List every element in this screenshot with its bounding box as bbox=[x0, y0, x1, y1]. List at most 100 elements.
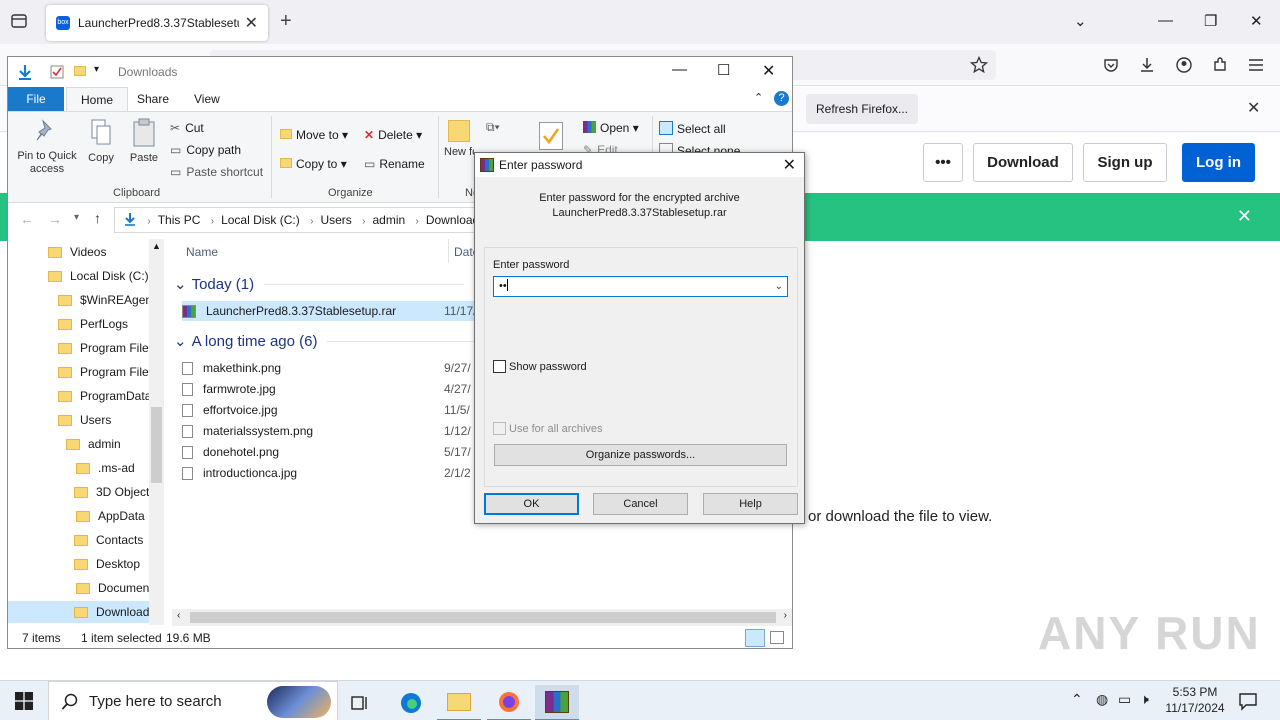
taskbar-clock[interactable]: 5:53 PM 11/17/2024 bbox=[1160, 684, 1230, 716]
scroll-right-icon[interactable]: › bbox=[784, 610, 787, 621]
breadcrumb-item[interactable]: This PC bbox=[158, 213, 201, 227]
close-window-icon[interactable]: ✕ bbox=[1250, 12, 1263, 30]
notifications-icon[interactable] bbox=[1238, 691, 1258, 711]
quick-access-dropdown-icon[interactable]: ▾ bbox=[94, 64, 99, 75]
download-button[interactable]: Download bbox=[973, 143, 1073, 182]
file-row[interactable]: donehotel.png 5/17/ bbox=[182, 442, 471, 462]
browser-tab[interactable]: box LauncherPred8.3.37Stablesetup ✕ bbox=[46, 5, 268, 41]
group-collapse-icon[interactable]: ⌄ bbox=[174, 332, 187, 350]
rename-button[interactable]: ▭ Rename bbox=[364, 157, 425, 171]
taskbar-search-box[interactable]: Type here to search bbox=[48, 681, 338, 720]
task-view-icon[interactable] bbox=[338, 685, 382, 720]
sign-up-button[interactable]: Sign up bbox=[1083, 143, 1167, 182]
nav-item[interactable]: Downloads bbox=[8, 601, 164, 623]
move-to-button[interactable]: Move to ▾ bbox=[280, 128, 348, 142]
properties-check-icon[interactable] bbox=[539, 122, 563, 150]
column-name[interactable]: Name bbox=[186, 245, 218, 259]
copy-button[interactable]: Copy bbox=[84, 118, 118, 165]
nav-item[interactable]: Desktop bbox=[74, 553, 140, 575]
horizontal-scrollbar[interactable]: ‹ › bbox=[172, 609, 792, 626]
cancel-button[interactable]: Cancel bbox=[593, 493, 688, 515]
tab-list-icon[interactable] bbox=[10, 12, 28, 30]
more-options-button[interactable]: ••• bbox=[923, 143, 963, 182]
breadcrumb-item[interactable]: Users bbox=[320, 213, 351, 227]
help-icon[interactable]: ? bbox=[774, 91, 789, 106]
tab-view[interactable]: View bbox=[180, 87, 234, 111]
show-hidden-icons-icon[interactable]: ⌃ bbox=[1071, 691, 1083, 708]
explorer-close-icon[interactable]: ✕ bbox=[762, 61, 775, 81]
ok-button[interactable]: OK bbox=[484, 493, 579, 515]
explorer-maximize-icon[interactable]: ☐ bbox=[717, 61, 730, 79]
network-status-icon[interactable]: ◍ bbox=[1096, 691, 1108, 708]
new-tab-icon[interactable]: + bbox=[280, 10, 292, 33]
winrar-taskbar-icon[interactable] bbox=[535, 685, 579, 720]
pocket-icon[interactable] bbox=[1100, 54, 1122, 76]
menu-hamburger-icon[interactable] bbox=[1245, 54, 1267, 76]
log-in-button[interactable]: Log in bbox=[1182, 143, 1255, 182]
file-explorer-taskbar-icon[interactable] bbox=[437, 685, 481, 720]
password-history-dropdown-icon[interactable]: ⌄ bbox=[775, 277, 783, 296]
file-row[interactable]: farmwrote.jpg 4/27/ bbox=[182, 379, 471, 399]
password-input[interactable]: •• ⌄ bbox=[493, 276, 788, 297]
paste-button[interactable]: Paste bbox=[126, 118, 162, 165]
cut-button[interactable]: ✂ Cut bbox=[170, 121, 204, 135]
scroll-left-icon[interactable]: ‹ bbox=[177, 610, 180, 621]
tab-file[interactable]: File bbox=[8, 87, 64, 111]
group-collapse-icon[interactable]: ⌄ bbox=[174, 275, 187, 293]
pin-to-quick-access-button[interactable]: Pin to Quick access bbox=[14, 118, 80, 176]
navigation-scrollbar[interactable]: ▲ bbox=[149, 239, 164, 625]
file-row[interactable]: introductionca.jpg 2/1/2 bbox=[182, 463, 471, 483]
show-password-checkbox[interactable]: Show password bbox=[493, 360, 587, 373]
bookmark-star-icon[interactable] bbox=[968, 54, 990, 76]
copy-path-button[interactable]: ▭ Copy path bbox=[170, 143, 241, 157]
breadcrumb-item[interactable]: admin bbox=[372, 213, 405, 227]
notification-close-icon[interactable]: ✕ bbox=[1247, 98, 1260, 118]
details-view-icon[interactable] bbox=[745, 629, 765, 647]
copy-to-button[interactable]: Copy to ▾ bbox=[280, 157, 347, 171]
back-arrow-icon[interactable]: ← bbox=[20, 211, 34, 227]
ribbon-collapse-icon[interactable]: ⌃ bbox=[754, 91, 763, 104]
checkbox-box[interactable] bbox=[493, 360, 506, 373]
use-for-all-archives-checkbox[interactable]: Use for all archives bbox=[493, 422, 603, 435]
help-button[interactable]: Help bbox=[703, 493, 798, 515]
account-icon[interactable] bbox=[1173, 54, 1195, 76]
dialog-close-icon[interactable]: ✕ bbox=[783, 155, 796, 175]
banner-close-icon[interactable]: ✕ bbox=[1237, 206, 1252, 227]
organize-passwords-button[interactable]: Organize passwords... bbox=[494, 444, 787, 466]
scrollbar-thumb[interactable] bbox=[190, 612, 776, 623]
nav-item[interactable]: $WinREAgent bbox=[58, 289, 155, 311]
nav-item[interactable]: Documents bbox=[76, 577, 159, 599]
new-folder-button[interactable]: New folder bbox=[444, 120, 474, 159]
properties-icon[interactable] bbox=[50, 65, 64, 79]
nav-item[interactable]: PerfLogs bbox=[58, 313, 128, 335]
downloads-icon[interactable] bbox=[1136, 54, 1158, 76]
forward-arrow-icon[interactable]: → bbox=[48, 211, 62, 227]
checkbox-box[interactable] bbox=[493, 422, 506, 435]
large-icons-view-icon[interactable] bbox=[770, 631, 784, 644]
volume-icon[interactable]: 🕨 bbox=[1140, 691, 1149, 708]
recent-dropdown-icon[interactable]: ▾ bbox=[74, 212, 79, 223]
nav-item[interactable]: Program Files bbox=[58, 337, 155, 359]
select-all-button[interactable]: Select all bbox=[659, 121, 726, 136]
tab-home[interactable]: Home bbox=[66, 87, 129, 111]
delete-button[interactable]: ✕ Delete ▾ bbox=[364, 128, 422, 142]
file-row[interactable]: effortvoice.jpg 11/5/ bbox=[182, 400, 470, 420]
nav-item[interactable]: AppData bbox=[76, 505, 145, 527]
open-button[interactable]: Open ▾ bbox=[583, 121, 639, 135]
refresh-firefox-button[interactable]: Refresh Firefox... bbox=[806, 94, 918, 124]
nav-item[interactable]: 3D Objects bbox=[74, 481, 155, 503]
tab-share[interactable]: Share bbox=[123, 87, 183, 111]
new-item-icon[interactable]: ⧉▾ bbox=[486, 120, 500, 135]
nav-item[interactable]: Users bbox=[58, 409, 111, 431]
tab-close-icon[interactable]: ✕ bbox=[245, 13, 258, 33]
nav-item[interactable]: .ms-ad bbox=[76, 457, 135, 479]
network-icon[interactable]: ▭ bbox=[1118, 691, 1131, 708]
edge-icon[interactable] bbox=[389, 685, 433, 720]
new-folder-quick-icon[interactable] bbox=[74, 66, 86, 76]
file-row[interactable]: makethink.png 9/27/ bbox=[182, 358, 471, 378]
nav-item[interactable]: Contacts bbox=[74, 529, 143, 551]
explorer-minimize-icon[interactable]: — bbox=[672, 61, 687, 78]
address-bar[interactable]: › This PC › Local Disk (C:) › Users › admin … bbox=[114, 207, 486, 233]
paste-shortcut-button[interactable]: ▭ Paste shortcut bbox=[170, 165, 263, 179]
firefox-taskbar-icon[interactable] bbox=[487, 685, 531, 720]
